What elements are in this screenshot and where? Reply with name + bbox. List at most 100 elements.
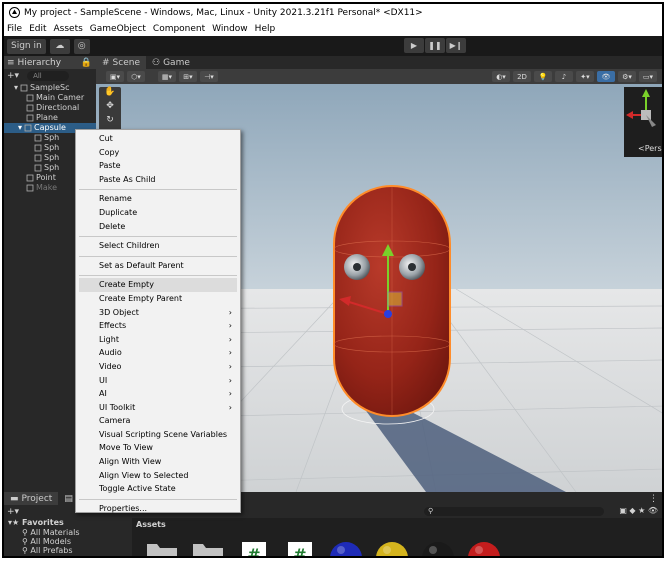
gizmos-dropdown[interactable]: ▭▾ <box>639 71 657 82</box>
tab-game[interactable]: ⚇ Game <box>146 56 196 69</box>
asset-script-thumbnail[interactable]: # <box>238 540 270 556</box>
asset-material-thumbnail[interactable] <box>330 540 362 556</box>
visibility-toggle-icon[interactable]: 👁 <box>597 71 615 82</box>
asset-material-thumbnail[interactable] <box>376 540 408 556</box>
filter-icons[interactable]: ▣ ◆ ★ 👁 <box>619 506 658 515</box>
asset-material-thumbnail[interactable] <box>422 540 454 556</box>
grid-snap-dropdown[interactable]: ▦▾ <box>158 71 176 82</box>
context-menu-item-paste-as-child[interactable]: Paste As Child <box>76 173 240 187</box>
favorites-list: ⚲ All Materials ⚲ All Models ⚲ All Prefabs <box>4 528 132 555</box>
orientation-gizmo[interactable]: <Pers <box>624 87 662 157</box>
context-menu-item-audio[interactable]: Audio › <box>76 346 240 360</box>
menu-file[interactable]: File <box>7 24 22 34</box>
effects-dropdown[interactable]: ✦▾ <box>576 71 594 82</box>
transform-tools-dropdown[interactable]: ⊣▾ <box>200 71 218 82</box>
context-menu-item-video[interactable]: Video › <box>76 360 240 374</box>
rotate-tool-icon[interactable]: ↻ <box>99 115 121 129</box>
context-menu-item-label: UI Toolkit <box>99 402 136 412</box>
add-object-button[interactable]: +▾ <box>7 71 19 81</box>
context-menu-item-3d-object[interactable]: 3D Object › <box>76 306 240 320</box>
context-menu-item-align-view-to-selected[interactable]: Align View to Selected <box>76 469 240 483</box>
expand-arrow-icon[interactable]: ▾ <box>14 83 18 93</box>
audio-toggle-icon[interactable]: ♪ <box>555 71 573 82</box>
lighting-toggle-icon[interactable]: 💡 <box>534 71 552 82</box>
asset-folder-thumbnail[interactable] <box>192 540 224 556</box>
hierarchy-item[interactable]: Directional <box>4 103 96 113</box>
hierarchy-item-label: Plane <box>36 113 58 122</box>
menu-window[interactable]: Window <box>212 24 248 34</box>
context-menu-item-toggle-active-state[interactable]: Toggle Active State <box>76 482 240 496</box>
sign-in-button[interactable]: Sign in <box>7 38 46 54</box>
panel-menu-icon[interactable]: ⋮ <box>649 494 658 504</box>
menu-edit[interactable]: Edit <box>29 24 46 34</box>
pivot-dropdown[interactable]: ⬡▾ <box>127 71 145 82</box>
menu-assets[interactable]: Assets <box>54 24 83 34</box>
tab-project[interactable]: ▬ Project <box>4 492 59 505</box>
axis-gizmo-icon <box>626 89 656 127</box>
camera-settings-icon[interactable]: ⚙▾ <box>618 71 636 82</box>
context-menu-item-visual-scripting-scene-variables[interactable]: Visual Scripting Scene Variables <box>76 428 240 442</box>
hierarchy-item[interactable]: Plane <box>4 113 96 123</box>
context-menu-item-properties[interactable]: Properties... <box>76 502 240 516</box>
right-eye[interactable] <box>399 254 425 280</box>
context-menu-item-paste[interactable]: Paste <box>76 159 240 173</box>
menu-component[interactable]: Component <box>153 24 205 34</box>
favorite-item[interactable]: ⚲ All Prefabs <box>4 546 132 555</box>
context-menu-item-light[interactable]: Light › <box>76 333 240 347</box>
snap-increment-dropdown[interactable]: ⊞▾ <box>179 71 197 82</box>
tab-hierarchy[interactable]: ≡ Hierarchy 🔒 <box>4 56 96 69</box>
perspective-label[interactable]: <Pers <box>638 144 662 153</box>
hierarchy-item-label: Directional <box>36 103 80 112</box>
context-menu-item-label: Video <box>99 361 122 371</box>
expand-arrow-icon[interactable]: ▾ <box>18 123 22 133</box>
move-tool-icon[interactable]: ✥ <box>99 101 121 115</box>
context-menu-item-move-to-view[interactable]: Move To View <box>76 441 240 455</box>
hierarchy-item[interactable]: Main Camer <box>4 93 96 103</box>
scene-toolbar: ▣▾ ⬡▾ ▦▾ ⊞▾ ⊣▾ ◐▾ 2D 💡 ♪ ✦▾ 👁 ⚙▾ ▭▾ <box>96 69 662 84</box>
context-menu-item-set-as-default-parent[interactable]: Set as Default Parent <box>76 259 240 273</box>
submenu-arrow-icon: › <box>228 348 232 358</box>
hand-tool-icon[interactable]: ✋ <box>99 87 121 101</box>
grid-icon: # <box>102 57 110 68</box>
context-menu-item-effects[interactable]: Effects › <box>76 319 240 333</box>
hierarchy-search-input[interactable]: All <box>27 71 70 81</box>
create-asset-button[interactable]: +▾ <box>7 507 19 517</box>
favorites-heading[interactable]: ▾★ Favorites <box>4 518 132 528</box>
shading-mode-icon[interactable]: ◐▾ <box>492 71 510 82</box>
context-menu-item-create-empty[interactable]: Create Empty <box>79 278 237 292</box>
collab-icon[interactable]: ◎ <box>73 38 90 54</box>
lock-icon[interactable]: 🔒 <box>81 58 92 68</box>
asset-script-thumbnail[interactable]: # <box>284 540 316 556</box>
menu-help[interactable]: Help <box>255 24 276 34</box>
context-menu-item-copy[interactable]: Copy <box>76 146 240 160</box>
context-menu-item-select-children[interactable]: Select Children <box>76 239 240 253</box>
context-menu-item-ui[interactable]: UI › <box>76 374 240 388</box>
mode-2d-toggle[interactable]: 2D <box>513 71 531 82</box>
tab-scene[interactable]: # Scene <box>96 56 146 69</box>
context-menu-item-cut[interactable]: Cut <box>76 132 240 146</box>
draw-mode-dropdown[interactable]: ▣▾ <box>106 71 124 82</box>
context-menu-item-create-empty-parent[interactable]: Create Empty Parent <box>76 292 240 306</box>
left-eye[interactable] <box>344 254 370 280</box>
favorite-item-label: All Prefabs <box>30 546 73 555</box>
context-menu-item-ai[interactable]: AI › <box>76 387 240 401</box>
asset-material-thumbnail[interactable] <box>468 540 500 556</box>
hierarchy-item[interactable]: ▾ SampleSc <box>4 83 96 93</box>
context-menu-item-delete[interactable]: Delete <box>76 220 240 234</box>
context-menu-item-align-with-view[interactable]: Align With View <box>76 455 240 469</box>
pause-button[interactable]: ❚❚ <box>425 38 445 53</box>
asset-folder-thumbnail[interactable] <box>146 540 178 556</box>
menu-gameobject[interactable]: GameObject <box>90 24 146 34</box>
main-toolbar: Sign in ☁ ◎ ▶ ❚❚ ▶❙ <box>4 36 662 56</box>
step-button[interactable]: ▶❙ <box>446 38 466 53</box>
play-button[interactable]: ▶ <box>404 38 424 53</box>
cloud-icon[interactable]: ☁ <box>49 38 70 54</box>
favorite-item[interactable]: ⚲ All Materials <box>4 528 132 537</box>
context-menu-item-duplicate[interactable]: Duplicate <box>76 206 240 220</box>
menu-separator <box>79 236 237 238</box>
project-search-input[interactable]: ⚲ <box>424 507 604 516</box>
context-menu-item-camera[interactable]: Camera <box>76 414 240 428</box>
favorite-item[interactable]: ⚲ All Models <box>4 537 132 546</box>
context-menu-item-ui-toolkit[interactable]: UI Toolkit › <box>76 401 240 415</box>
context-menu-item-rename[interactable]: Rename <box>76 192 240 206</box>
